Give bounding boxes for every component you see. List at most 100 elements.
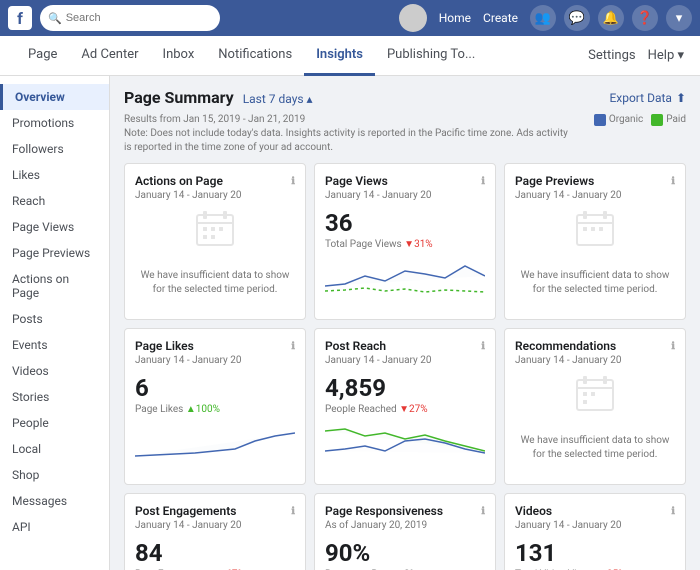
search-bar[interactable]: 🔍 [40,5,220,31]
no-data-text: We have insufficient data to show for th… [135,257,295,309]
sidebar-item-api[interactable]: API [0,514,109,540]
card-page-responsiveness: Page Responsiveness ℹ As of January 20, … [314,493,496,570]
info-icon[interactable]: ℹ [481,176,485,187]
home-btn[interactable]: Home [439,11,471,25]
nav-right: Settings Help ▾ [588,48,684,63]
people-icon[interactable]: 👥 [530,5,556,31]
nav-notifications[interactable]: Notifications [206,36,304,76]
info-icon[interactable]: ℹ [291,341,295,352]
organic-label: Organic [609,113,643,127]
sidebar: Overview Promotions Followers Likes Reac… [0,76,110,570]
help-btn[interactable]: Help ▾ [648,48,684,63]
card-sub: People Reached ▼27% [325,404,485,415]
info-icon[interactable]: ℹ [671,506,675,517]
sidebar-item-videos[interactable]: Videos [0,358,109,384]
card-title-text: Post Engagements [135,504,236,518]
mini-chart-page-likes [135,421,295,461]
nav-insights[interactable]: Insights [304,36,375,76]
dropdown-icon[interactable]: ▾ [666,5,692,31]
sidebar-item-messages[interactable]: Messages [0,488,109,514]
card-title-text: Post Reach [325,339,386,353]
sidebar-item-local[interactable]: Local [0,436,109,462]
card-date: January 14 - January 20 [135,520,295,531]
cards-grid: Actions on Page ℹ January 14 - January 2… [124,163,686,570]
calendar-icon [575,374,615,414]
page-summary-period[interactable]: Last 7 days ▴ [243,92,313,106]
notice-text: Results from Jan 15, 2019 - Jan 21, 2019… [124,113,574,155]
trend: ▲100% [186,404,220,415]
card-date: January 14 - January 20 [325,190,485,201]
card-title-text: Recommendations [515,339,616,353]
card-title: Page Previews ℹ [515,174,675,188]
card-title: Page Views ℹ [325,174,485,188]
notification-icon[interactable]: 🔔 [598,5,624,31]
card-post-engagements: Post Engagements ℹ January 14 - January … [124,493,306,570]
info-icon[interactable]: ℹ [291,176,295,187]
nav-page[interactable]: Page [16,36,69,76]
card-date: January 14 - January 20 [135,355,295,366]
export-icon: ⬆ [676,91,686,105]
sidebar-item-page-previews[interactable]: Page Previews [0,240,109,266]
sidebar-item-stories[interactable]: Stories [0,384,109,410]
sidebar-item-likes[interactable]: Likes [0,162,109,188]
legend: Organic Paid [594,113,686,127]
card-date: As of January 20, 2019 [325,520,485,531]
page-summary-title: Page Summary [124,88,234,107]
legend-paid: Paid [651,113,686,127]
no-data-text: We have insufficient data to show for th… [515,257,675,309]
calendar-icon [195,209,235,249]
content: Page Summary Last 7 days ▴ Export Data ⬆… [110,76,700,570]
sidebar-item-followers[interactable]: Followers [0,136,109,162]
sidebar-item-actions-on-page[interactable]: Actions on Page [0,266,109,306]
help-icon[interactable]: ❓ [632,5,658,31]
page-summary-header: Page Summary Last 7 days ▴ Export Data ⬆ [124,88,686,107]
nav-ad-center[interactable]: Ad Center [69,36,150,76]
settings-btn[interactable]: Settings [588,48,635,63]
sidebar-item-events[interactable]: Events [0,332,109,358]
nav-inbox[interactable]: Inbox [151,36,207,76]
card-date: January 14 - January 20 [135,190,295,201]
card-date: January 14 - January 20 [515,190,675,201]
sidebar-item-overview[interactable]: Overview [0,84,109,110]
top-bar: f 🔍 Home Create 👥 💬 🔔 ❓ ▾ [0,0,700,36]
card-date: January 14 - January 20 [515,355,675,366]
info-icon[interactable]: ℹ [671,341,675,352]
sidebar-item-promotions[interactable]: Promotions [0,110,109,136]
card-sub: Page Likes ▲100% [135,404,295,415]
main-layout: Overview Promotions Followers Likes Reac… [0,76,700,570]
card-value: 131 [515,539,675,567]
card-title-text: Page Responsiveness [325,504,443,518]
avatar [399,4,427,32]
nav-publishing[interactable]: Publishing To... [375,36,487,76]
card-recommendations: Recommendations ℹ January 14 - January 2… [504,328,686,485]
card-title: Page Likes ℹ [135,339,295,353]
card-title: Post Reach ℹ [325,339,485,353]
info-icon[interactable]: ℹ [481,506,485,517]
info-icon[interactable]: ℹ [671,176,675,187]
search-input[interactable] [66,12,206,24]
card-title-text: Page Likes [135,339,194,353]
card-value: 4,859 [325,374,485,402]
card-page-likes: Page Likes ℹ January 14 - January 20 6 P… [124,328,306,485]
card-value: 6 [135,374,295,402]
card-page-views: Page Views ℹ January 14 - January 20 36 … [314,163,496,320]
paid-label: Paid [666,113,686,127]
sidebar-item-people[interactable]: People [0,410,109,436]
info-icon[interactable]: ℹ [481,341,485,352]
sidebar-item-posts[interactable]: Posts [0,306,109,332]
paid-color-dot [651,114,663,126]
card-title-text: Actions on Page [135,174,223,188]
calendar-icon [575,209,615,249]
card-page-previews: Page Previews ℹ January 14 - January 20 [504,163,686,320]
trend: ▼27% [399,404,427,415]
messenger-icon[interactable]: 💬 [564,5,590,31]
create-btn[interactable]: Create [483,11,518,25]
card-title: Actions on Page ℹ [135,174,295,188]
card-title-text: Page Previews [515,174,594,188]
sidebar-item-shop[interactable]: Shop [0,462,109,488]
search-icon: 🔍 [48,12,62,25]
export-btn[interactable]: Export Data ⬆ [609,91,686,105]
info-icon[interactable]: ℹ [291,506,295,517]
sidebar-item-page-views[interactable]: Page Views [0,214,109,240]
sidebar-item-reach[interactable]: Reach [0,188,109,214]
